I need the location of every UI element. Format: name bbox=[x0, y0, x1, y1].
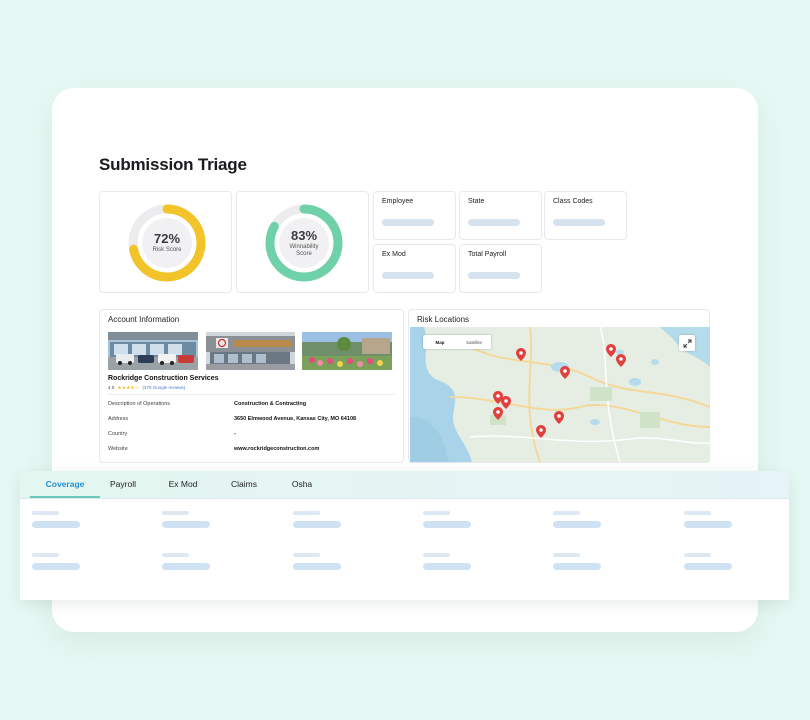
map-pin-icon[interactable] bbox=[616, 354, 626, 367]
info-row-country: Country - bbox=[108, 431, 395, 441]
employee-value-placeholder bbox=[382, 219, 434, 226]
reviews-link[interactable]: (276 Google reviews) bbox=[142, 385, 185, 390]
risk-score-gauge: 72% Risk Score bbox=[126, 202, 208, 284]
expand-icon bbox=[683, 339, 691, 347]
state-value-placeholder bbox=[468, 219, 520, 226]
map-type-toggle: Map Satellite bbox=[423, 335, 491, 349]
tab-coverage[interactable]: Coverage bbox=[30, 471, 100, 498]
detail-tabs-panel: Coverage Payroll Ex Mod Claims Osha bbox=[20, 471, 789, 600]
tab-payroll[interactable]: Payroll bbox=[100, 471, 146, 496]
winnability-score-panel: 83% Winnability Score bbox=[236, 191, 369, 293]
map-pin-icon[interactable] bbox=[606, 344, 616, 357]
map-pin-icon[interactable] bbox=[554, 411, 564, 424]
company-photo-2[interactable] bbox=[206, 332, 295, 370]
company-photo-3[interactable] bbox=[302, 332, 392, 370]
placeholder-label bbox=[423, 511, 450, 515]
map-tab[interactable]: Map bbox=[423, 335, 457, 349]
rating-stars-icon: ★★★★☆ bbox=[117, 385, 140, 390]
tab-claims[interactable]: Claims bbox=[220, 471, 268, 496]
ex-mod-panel: Ex Mod bbox=[373, 244, 456, 293]
info-key: Address bbox=[108, 416, 129, 422]
info-key: Country bbox=[108, 431, 128, 437]
info-value: - bbox=[234, 431, 236, 437]
risk-map[interactable]: Map Satellite bbox=[410, 327, 710, 462]
info-row-operations: Description of Operations Construction &… bbox=[108, 401, 395, 411]
placeholder-value bbox=[684, 563, 732, 570]
placeholder-label bbox=[553, 511, 580, 515]
placeholder-label bbox=[293, 553, 320, 557]
placeholder-value bbox=[162, 563, 210, 570]
placeholder-label bbox=[684, 553, 711, 557]
info-key: Description of Operations bbox=[108, 401, 171, 407]
winnability-score-gauge: 83% Winnability Score bbox=[263, 202, 345, 284]
risk-score-panel: 72% Risk Score bbox=[99, 191, 232, 293]
total-payroll-label: Total Payroll bbox=[468, 251, 507, 258]
placeholder-value bbox=[423, 563, 471, 570]
placeholder-value bbox=[162, 521, 210, 528]
tab-ex-mod[interactable]: Ex Mod bbox=[160, 471, 206, 496]
placeholder-label bbox=[32, 511, 59, 515]
page-title: Submission Triage bbox=[99, 155, 247, 174]
map-pin-icon[interactable] bbox=[536, 425, 546, 438]
class-codes-panel: Class Codes bbox=[544, 191, 627, 240]
employee-label: Employee bbox=[382, 198, 414, 205]
ex-mod-value-placeholder bbox=[382, 272, 434, 279]
account-information-title: Account Information bbox=[108, 315, 180, 324]
info-value: Construction & Contracting bbox=[234, 401, 307, 407]
placeholder-value bbox=[32, 563, 80, 570]
total-payroll-panel: Total Payroll bbox=[459, 244, 542, 293]
account-information-panel: Account Information Rockridge Constructi… bbox=[99, 309, 404, 463]
placeholder-label bbox=[162, 553, 189, 557]
winnability-score-label: Winnability Score bbox=[289, 243, 319, 257]
placeholder-label bbox=[162, 511, 189, 515]
state-panel: State bbox=[459, 191, 542, 240]
tab-bar: Coverage Payroll Ex Mod Claims Osha bbox=[20, 471, 789, 499]
employee-panel: Employee bbox=[373, 191, 456, 240]
map-pin-icon[interactable] bbox=[560, 366, 570, 379]
company-name: Rockridge Construction Services bbox=[108, 375, 219, 382]
company-photo-1[interactable] bbox=[108, 332, 198, 370]
placeholder-value bbox=[553, 563, 601, 570]
winnability-score-value: 83% bbox=[290, 227, 318, 243]
tab-osha[interactable]: Osha bbox=[282, 471, 322, 496]
total-payroll-value-placeholder bbox=[468, 272, 520, 279]
placeholder-label bbox=[32, 553, 59, 557]
risk-locations-panel: Risk Locations Map Satellite bbox=[408, 309, 710, 463]
info-key: Website bbox=[108, 446, 128, 452]
placeholder-label bbox=[293, 511, 320, 515]
rating-value: 4.0 bbox=[108, 385, 115, 390]
info-row-website: Website www.rockridgeconstruction.com bbox=[108, 446, 395, 456]
map-pin-icon[interactable] bbox=[493, 407, 503, 420]
class-codes-label: Class Codes bbox=[553, 198, 593, 205]
risk-locations-title: Risk Locations bbox=[417, 315, 470, 324]
placeholder-label bbox=[423, 553, 450, 557]
placeholder-label bbox=[684, 511, 711, 515]
ex-mod-label: Ex Mod bbox=[382, 251, 406, 258]
info-value: 3650 Elmwood Avenue, Kansas City, MO 641… bbox=[234, 416, 357, 422]
account-divider bbox=[108, 394, 395, 395]
placeholder-label bbox=[553, 553, 580, 557]
rating-row: 4.0 ★★★★☆ (276 Google reviews) bbox=[108, 385, 185, 391]
placeholder-value bbox=[32, 521, 80, 528]
info-row-address: Address 3650 Elmwood Avenue, Kansas City… bbox=[108, 416, 395, 426]
placeholder-value bbox=[293, 563, 341, 570]
placeholder-value bbox=[684, 521, 732, 528]
map-pin-icon[interactable] bbox=[516, 348, 526, 361]
satellite-tab[interactable]: Satellite bbox=[457, 335, 491, 349]
expand-map-button[interactable] bbox=[679, 335, 695, 351]
info-value[interactable]: www.rockridgeconstruction.com bbox=[234, 446, 319, 452]
state-label: State bbox=[468, 198, 485, 205]
placeholder-value bbox=[293, 521, 341, 528]
class-codes-value-placeholder bbox=[553, 219, 605, 226]
risk-score-value: 72% bbox=[153, 231, 181, 246]
placeholder-value bbox=[423, 521, 471, 528]
risk-score-label: Risk Score bbox=[152, 247, 182, 253]
placeholder-value bbox=[553, 521, 601, 528]
